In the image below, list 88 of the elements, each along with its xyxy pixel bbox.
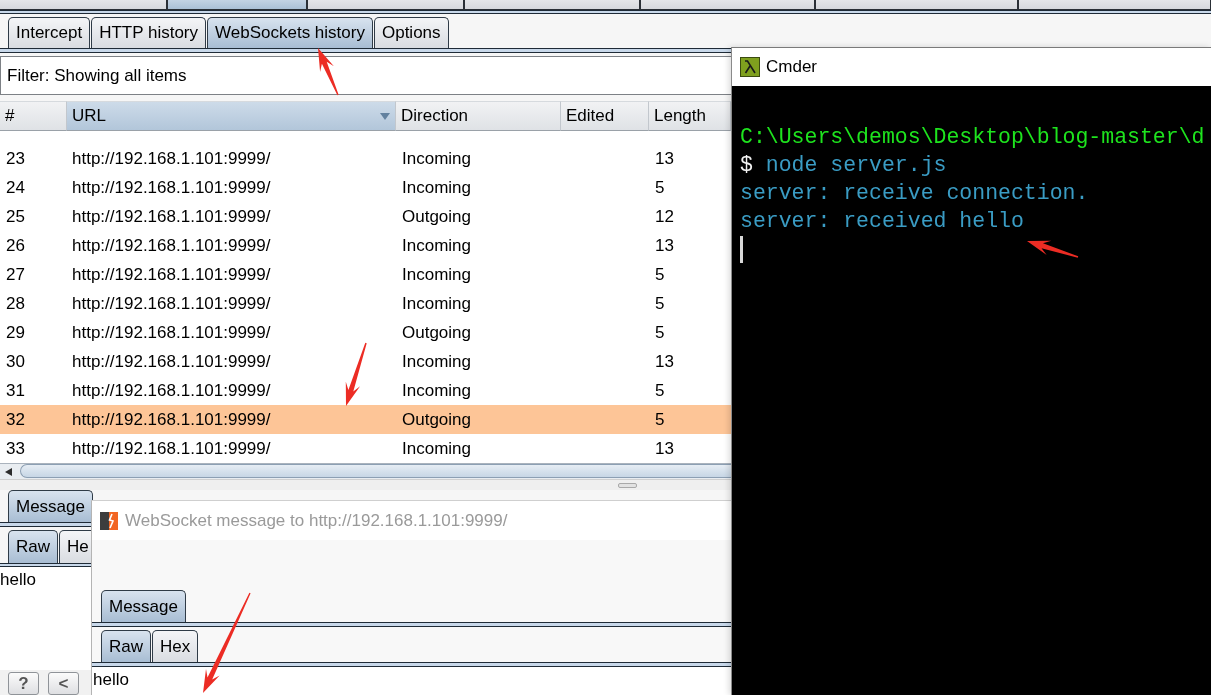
toolbar-button[interactable]: ?: [8, 672, 39, 695]
table-cell-text: 23: [5, 148, 25, 169]
table-cell-text: 31: [5, 380, 25, 401]
table-cell-text: 13: [654, 438, 674, 459]
message-editor[interactable]: hello: [92, 667, 731, 695]
tab[interactable]: Hex: [152, 630, 199, 662]
tab[interactable]: [815, 0, 1018, 10]
table-row[interactable]: 32 http://192.168.1.101:9999/ Outgoing 5: [0, 405, 731, 434]
table-cell-text: 27: [5, 264, 25, 285]
table-cell-text: 29: [5, 322, 25, 343]
table-cell-text: Incoming: [401, 351, 471, 372]
column-header[interactable]: #: [0, 101, 67, 131]
terminal-command: node server.js: [765, 152, 947, 179]
table-cell-text: 33: [5, 438, 25, 459]
filter-bar[interactable]: Filter: Showing all items: [0, 56, 731, 95]
tab[interactable]: [0, 0, 167, 10]
table-cell-text: 5: [654, 177, 665, 198]
table-cell-text: http://192.168.1.101:9999/: [71, 351, 271, 372]
tab[interactable]: HTTP history: [91, 17, 207, 48]
message-text: hello: [0, 569, 36, 591]
table-cell-text: http://192.168.1.101:9999/: [71, 148, 271, 169]
terminal-line: server: receive connection.: [740, 180, 1089, 207]
text-cursor: [740, 236, 743, 263]
splitter-handle[interactable]: [618, 482, 637, 488]
prompt-symbol: $: [740, 152, 753, 179]
table-cell-text: http://192.168.1.101:9999/: [71, 264, 271, 285]
table-cell-text: 12: [654, 206, 674, 227]
table-cell-text: Outgoing: [401, 409, 471, 430]
tab[interactable]: Options: [373, 17, 449, 48]
table-cell-text: 5: [654, 380, 665, 401]
table-cell-text: http://192.168.1.101:9999/: [71, 322, 271, 343]
table-cell-text: Incoming: [401, 148, 471, 169]
table-cell-text: http://192.168.1.101:9999/: [71, 438, 271, 459]
tab[interactable]: WebSockets history: [207, 17, 373, 48]
tab[interactable]: Intercept: [8, 17, 91, 48]
table-cell-text: 5: [654, 293, 665, 314]
tab[interactable]: [640, 0, 815, 10]
dialog-title: WebSocket message to http://192.168.1.101:9999/: [125, 510, 508, 531]
table-cell-text: 13: [654, 235, 674, 256]
table-cell-text: http://192.168.1.101:9999/: [71, 235, 271, 256]
table-cell-text: 13: [654, 351, 674, 372]
tab[interactable]: [307, 0, 464, 10]
table-cell-text: 5: [654, 264, 665, 285]
table-cell-text: http://192.168.1.101:9999/: [71, 293, 271, 314]
toolbar-button[interactable]: <: [48, 672, 79, 695]
message-text: hello: [93, 669, 129, 691]
table-cell-text: Incoming: [401, 380, 471, 401]
table-cell-text: http://192.168.1.101:9999/: [71, 380, 271, 401]
tab[interactable]: [464, 0, 640, 10]
lambda-icon: [740, 57, 760, 77]
tab[interactable]: [167, 0, 307, 10]
sort-down-icon: [380, 112, 390, 120]
column-header[interactable]: Edited: [561, 101, 649, 131]
tab[interactable]: Message: [101, 590, 186, 622]
table-cell-text: http://192.168.1.101:9999/: [71, 177, 271, 198]
left-triangle-icon: [5, 467, 12, 476]
annotation-arrow: [318, 48, 339, 96]
table-cell-text: 5: [654, 322, 665, 343]
table-cell-text: 30: [5, 351, 25, 372]
table-cell-text: Incoming: [401, 438, 471, 459]
terminal-line: C:\Users\demos\Desktop\blog-master\d: [740, 124, 1205, 151]
table-cell-text: 28: [5, 293, 25, 314]
tab[interactable]: Message: [8, 490, 93, 522]
app-logo-icon: [100, 511, 118, 530]
tab[interactable]: Raw: [101, 630, 151, 662]
table-cell-text: Outgoing: [401, 322, 471, 343]
column-header[interactable]: URL: [67, 101, 396, 131]
table-cell-text: 13: [654, 148, 674, 169]
column-header[interactable]: Direction: [396, 101, 561, 131]
table-cell-text: http://192.168.1.101:9999/: [71, 206, 271, 227]
table-cell-text: Incoming: [401, 177, 471, 198]
table-cell-text: Incoming: [401, 235, 471, 256]
table-cell-text: 24: [5, 177, 25, 198]
table-cell-text: 32: [5, 409, 25, 430]
table-cell-text: 25: [5, 206, 25, 227]
tab[interactable]: Raw: [8, 530, 58, 563]
table-cell-text: http://192.168.1.101:9999/: [71, 409, 271, 430]
terminal-title: Cmder: [766, 57, 817, 77]
tab[interactable]: [1018, 0, 1211, 10]
column-header[interactable]: Length: [649, 101, 731, 131]
table-cell-text: Outgoing: [401, 206, 471, 227]
table-cell-text: Incoming: [401, 293, 471, 314]
annotation-arrow: [345, 342, 367, 406]
terminal-line: server: received hello: [740, 208, 1024, 235]
table-cell-text: 5: [654, 409, 665, 430]
table-cell-text: Incoming: [401, 264, 471, 285]
table-cell-text: 26: [5, 235, 25, 256]
annotation-arrow: [1027, 240, 1079, 258]
